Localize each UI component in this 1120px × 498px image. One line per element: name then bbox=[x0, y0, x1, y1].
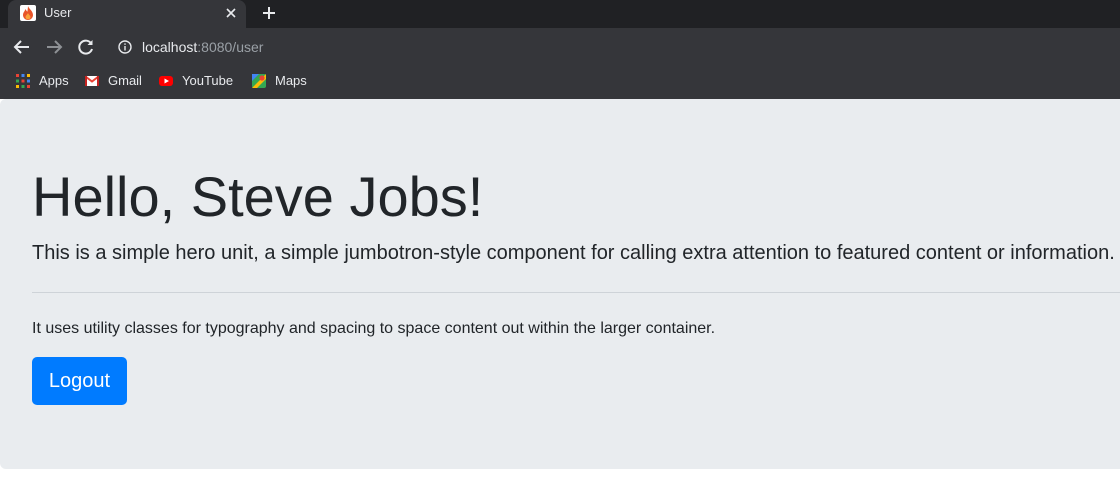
maps-icon bbox=[252, 74, 266, 88]
bookmark-label: Maps bbox=[275, 73, 307, 88]
gmail-icon bbox=[84, 75, 100, 86]
bookmark-youtube[interactable]: YouTube bbox=[158, 71, 233, 91]
bookmarks-bar: Apps Gmail YouTube Maps bbox=[0, 67, 1120, 95]
bookmark-maps[interactable]: Maps bbox=[251, 71, 307, 91]
apps-grid-icon bbox=[16, 74, 30, 88]
tab-strip: User bbox=[0, 0, 1120, 28]
reload-icon[interactable] bbox=[75, 36, 97, 58]
divider bbox=[32, 292, 1120, 293]
browser-tab[interactable]: User bbox=[8, 0, 246, 28]
bookmark-label: YouTube bbox=[182, 73, 234, 88]
flame-icon bbox=[20, 5, 36, 21]
bookmark-label: Apps bbox=[39, 73, 69, 88]
close-icon[interactable] bbox=[222, 4, 240, 22]
bookmark-apps[interactable]: Apps bbox=[15, 71, 69, 91]
address-bar[interactable]: localhost:8080/user bbox=[110, 32, 1110, 62]
bookmark-gmail[interactable]: Gmail bbox=[84, 71, 142, 91]
tab-title: User bbox=[44, 5, 72, 20]
logout-button[interactable]: Logout bbox=[32, 357, 127, 405]
youtube-icon bbox=[159, 76, 173, 86]
browser-chrome: User localhost:8080/user Apps Gmail YouT… bbox=[0, 0, 1120, 99]
url-host: localhost bbox=[142, 39, 198, 55]
bookmark-label: Gmail bbox=[108, 73, 142, 88]
plus-icon[interactable] bbox=[258, 2, 280, 24]
lead-paragraph: This is a simple hero unit, a simple jum… bbox=[32, 242, 1115, 264]
forward-arrow-icon[interactable] bbox=[43, 36, 65, 58]
url-path: :8080/user bbox=[197, 39, 264, 55]
body-paragraph: It uses utility classes for typography a… bbox=[32, 320, 716, 337]
url-text: localhost:8080/user bbox=[142, 39, 263, 56]
jumbotron: Hello, Steve Jobs! This is a simple hero… bbox=[0, 99, 1120, 469]
info-icon[interactable] bbox=[118, 40, 132, 54]
page-title: Hello, Steve Jobs! bbox=[32, 165, 484, 228]
back-arrow-icon[interactable] bbox=[11, 36, 33, 58]
browser-toolbar: localhost:8080/user bbox=[0, 28, 1120, 65]
